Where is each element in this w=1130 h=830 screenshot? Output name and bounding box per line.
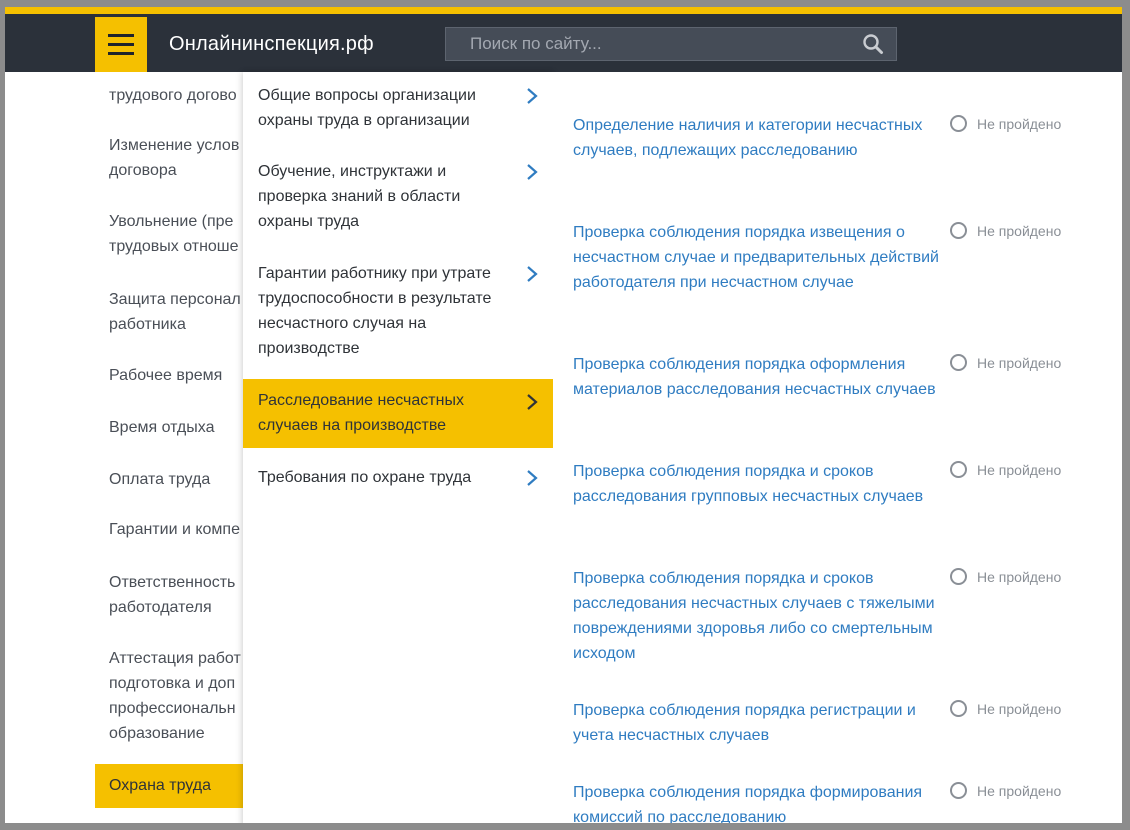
category-item-line: Защита персонал: [109, 291, 241, 308]
topic-link[interactable]: Проверка соблюдения порядка и сроков рас…: [573, 566, 943, 666]
status-indicator: Не пройдено: [950, 222, 1061, 239]
status-circle-icon: [950, 115, 967, 132]
category-item-line: трудовых отноше: [109, 238, 239, 255]
category-item[interactable]: Защита персонал работника: [95, 287, 255, 337]
category-item-line: образование: [109, 725, 205, 742]
subcategory-menu: Общие вопросы организации охраны труда в…: [243, 72, 553, 823]
chevron-right-icon: [527, 164, 538, 180]
subcategory-item[interactable]: Требования по охране труда: [243, 465, 553, 490]
status-indicator: Не пройдено: [950, 354, 1061, 371]
status-text: Не пройдено: [977, 354, 1062, 371]
status-circle-icon: [950, 568, 967, 585]
topic-link[interactable]: Проверка соблюдения порядка формирования…: [573, 780, 943, 823]
topic-list: Определение наличия и категории несчастн…: [553, 72, 1122, 823]
category-item-line: Ответственность: [109, 574, 236, 591]
chevron-right-icon: [527, 266, 538, 282]
chevron-right-icon: [527, 470, 538, 486]
category-item-line: подготовка и доп: [109, 675, 236, 692]
site-logo[interactable]: Онлайнинспекция.рф: [169, 33, 374, 56]
category-item[interactable]: Рабочее время: [95, 363, 255, 388]
status-circle-icon: [950, 782, 967, 799]
status-indicator: Не пройдено: [950, 568, 1061, 585]
subcategory-item-active[interactable]: Расследование несчастных случаев на прои…: [243, 379, 553, 448]
category-item-line: договора: [109, 162, 177, 179]
status-text: Не пройдено: [977, 461, 1062, 478]
chevron-right-icon: [527, 88, 538, 104]
topic-link[interactable]: Проверка соблюдения порядка извещения о …: [573, 220, 943, 295]
status-text: Не пройдено: [977, 700, 1062, 717]
topic-link[interactable]: Определение наличия и категории несчастн…: [573, 113, 943, 163]
topic-link[interactable]: Проверка соблюдения порядка и сроков рас…: [573, 459, 943, 509]
status-text: Не пройдено: [977, 222, 1062, 239]
subcategory-item[interactable]: Общие вопросы организации охраны труда в…: [243, 83, 553, 133]
category-item[interactable]: Оплата труда: [95, 467, 255, 492]
status-circle-icon: [950, 461, 967, 478]
status-text: Не пройдено: [977, 782, 1062, 799]
status-indicator: Не пройдено: [950, 461, 1061, 478]
subcategory-item[interactable]: Гарантии работнику при утрате трудоспосо…: [243, 261, 553, 361]
category-item[interactable]: Увольнение (пре трудовых отноше: [95, 209, 255, 259]
category-item-line: профессиональн: [109, 700, 236, 717]
status-circle-icon: [950, 222, 967, 239]
category-item[interactable]: Аттестация работ подготовка и доп профес…: [95, 646, 255, 746]
category-item[interactable]: Изменение услов договора: [95, 133, 255, 183]
category-item-line: работника: [109, 316, 186, 333]
status-circle-icon: [950, 700, 967, 717]
category-item[interactable]: трудового догово: [95, 83, 255, 108]
status-text: Не пройдено: [977, 115, 1062, 132]
search-icon[interactable]: [862, 33, 884, 55]
topic-link[interactable]: Проверка соблюдения порядка регистрации …: [573, 698, 943, 748]
category-item-line: Аттестация работ: [109, 650, 241, 667]
chevron-right-icon: [527, 394, 538, 410]
status-indicator: Не пройдено: [950, 700, 1061, 717]
status-text: Не пройдено: [977, 568, 1062, 585]
category-item-line: Изменение услов: [109, 137, 240, 154]
accent-stripe: [5, 7, 1122, 14]
category-item-active[interactable]: Охрана труда: [95, 764, 255, 808]
status-circle-icon: [950, 354, 967, 371]
category-item[interactable]: Время отдыха: [95, 415, 255, 440]
category-item-line: работодателя: [109, 599, 212, 616]
category-menu: трудового догово Изменение услов договор…: [95, 72, 255, 823]
category-item[interactable]: Гарантии и компе: [95, 517, 255, 542]
status-indicator: Не пройдено: [950, 782, 1061, 799]
search-input[interactable]: [470, 34, 862, 54]
category-item-line: Увольнение (пре: [109, 213, 234, 230]
header-bar: Онлайнинспекция.рф: [5, 7, 1122, 72]
app-frame: Онлайнинспекция.рф трудового догово Изме…: [5, 7, 1122, 823]
topic-link[interactable]: Проверка соблюдения порядка оформления м…: [573, 352, 943, 402]
search-box[interactable]: [445, 27, 897, 61]
subcategory-item[interactable]: Обучение, инструктажи и проверка знаний …: [243, 159, 553, 234]
category-item[interactable]: Ответственность работодателя: [95, 570, 255, 620]
hamburger-menu-icon[interactable]: [95, 17, 147, 72]
status-indicator: Не пройдено: [950, 115, 1061, 132]
